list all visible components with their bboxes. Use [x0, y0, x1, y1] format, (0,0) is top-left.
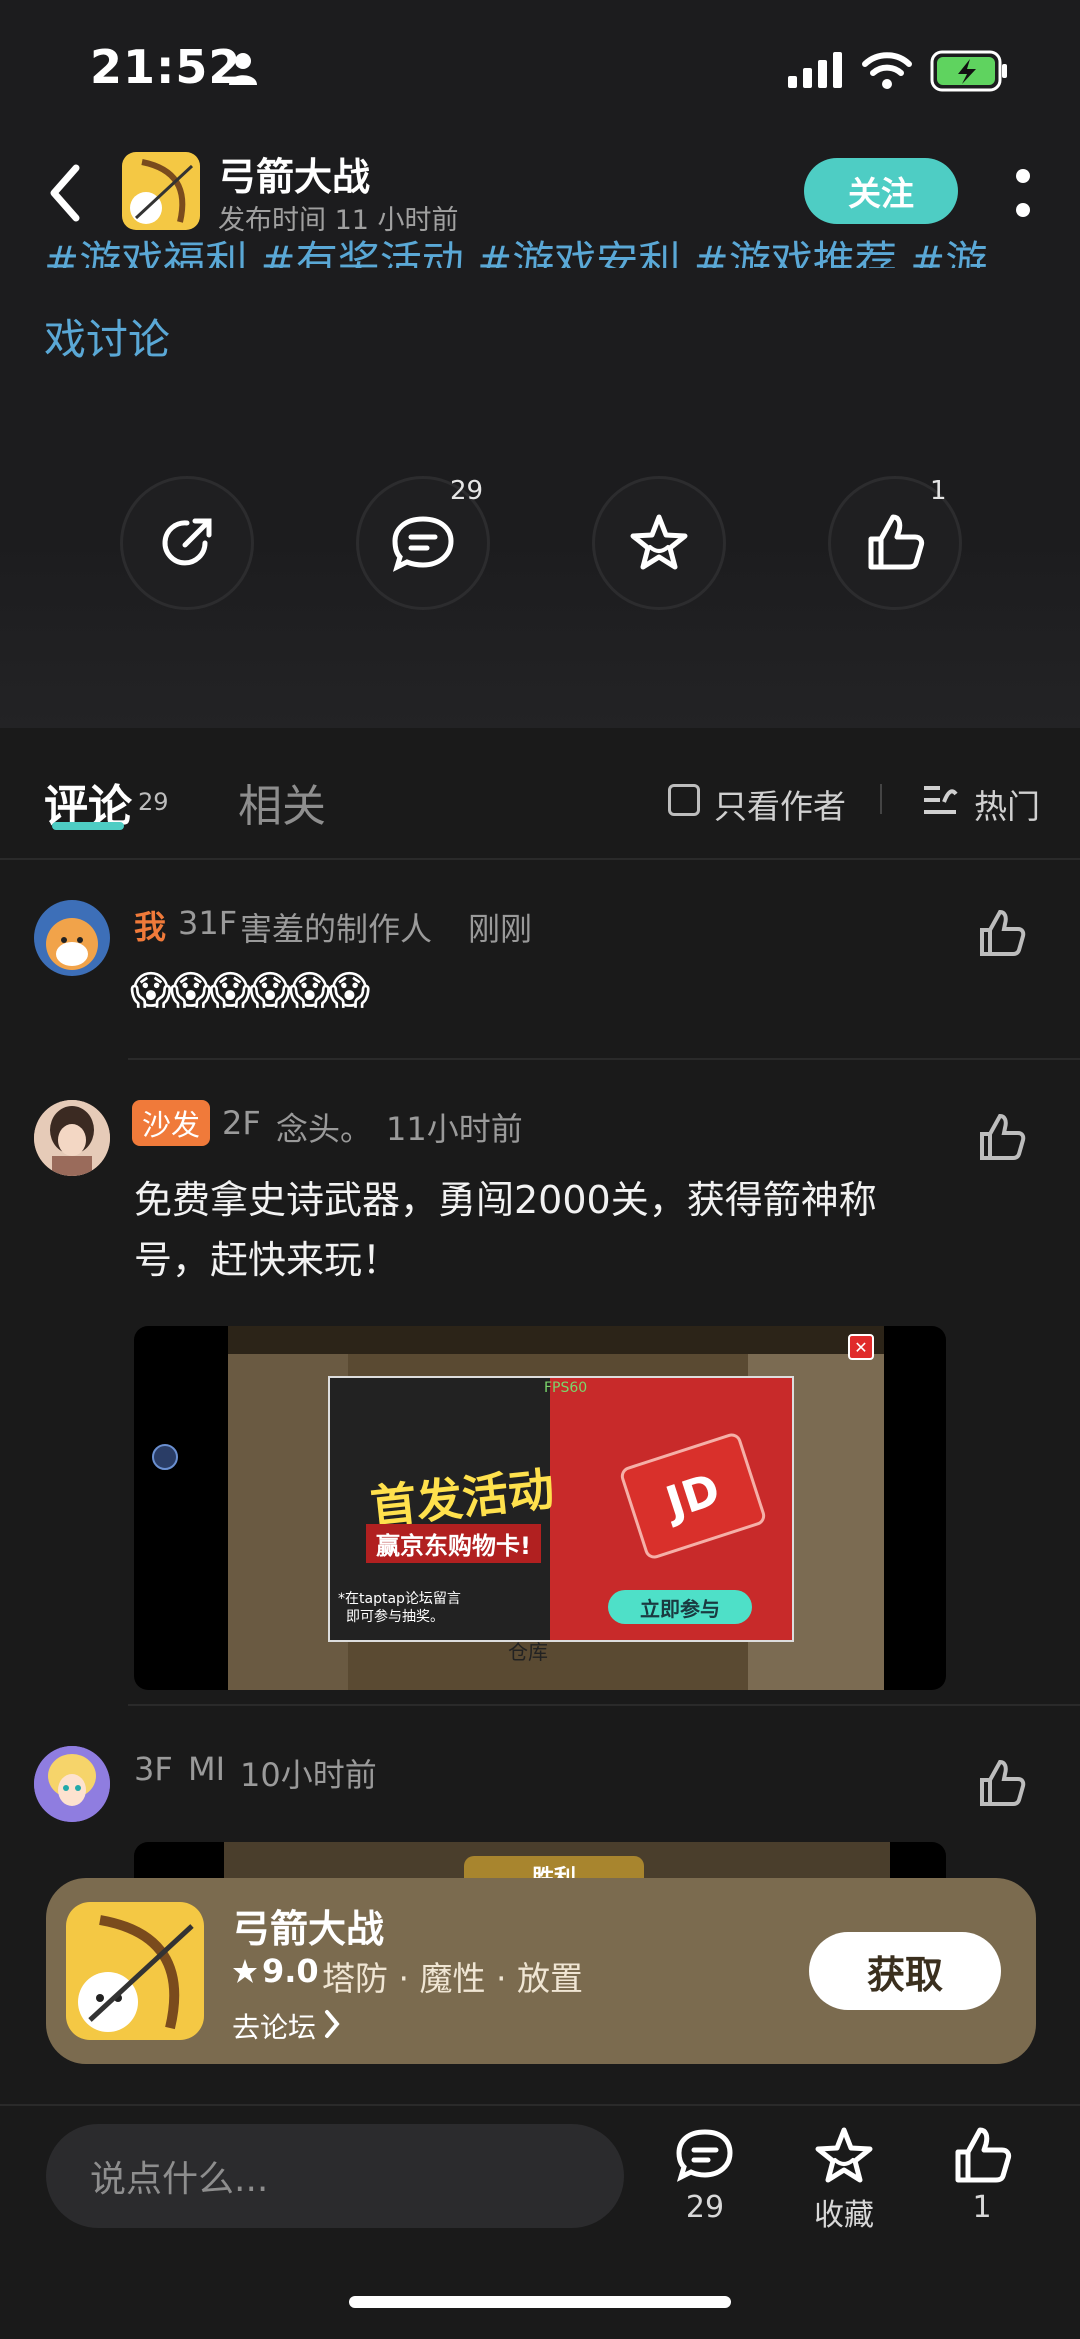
share-button[interactable] — [120, 476, 254, 610]
promo-join-button[interactable]: 立即参与 — [608, 1590, 752, 1624]
comment-user[interactable]: 念头。 — [276, 1104, 372, 1150]
tags-line-2[interactable]: 戏讨论 — [44, 306, 170, 367]
bottom-like-count: 1 — [972, 2190, 992, 2225]
signal-icon — [788, 52, 842, 88]
avatar[interactable] — [34, 1100, 110, 1176]
chevron-right-icon[interactable] — [322, 2008, 342, 2040]
comment-item[interactable]: 我 31F 害羞的制作人 刚刚 😱😱😱😱😱😱 — [0, 858, 1080, 1088]
comment-emojis: 😱😱😱😱😱😱 — [130, 968, 370, 1014]
tab-active-indicator — [52, 822, 124, 830]
comment-icon — [392, 516, 454, 572]
author-only-label[interactable]: 只看作者 — [714, 780, 846, 828]
dot-indicator — [152, 1444, 178, 1470]
back-icon[interactable] — [42, 160, 86, 226]
fps-label: FPS60 — [544, 1380, 588, 1396]
thumbs-up-icon — [868, 514, 925, 570]
comment-time: 刚刚 — [468, 910, 533, 948]
share-icon — [162, 518, 212, 566]
sort-label[interactable]: 热门 — [974, 780, 1040, 828]
comment-input[interactable]: 说点什么... — [46, 2124, 624, 2228]
bottom-comment-count: 29 — [685, 2190, 725, 2225]
tab-related[interactable]: 相关 — [238, 770, 326, 834]
comment-count-badge: 29 — [450, 476, 484, 506]
star-icon — [630, 514, 688, 570]
comment-item[interactable]: 沙发 2F 念头。 11小时前 免费拿史诗武器，勇闯2000关，获得箭神称 号，… — [0, 1060, 1080, 1700]
tags-line-1[interactable]: #游戏福利 #有奖活动 #游戏安利 #游戏推荐 #游 — [44, 228, 987, 268]
banner-app-name: 弓箭大战 — [232, 1907, 385, 1951]
follow-button[interactable]: 关注 — [804, 158, 958, 224]
close-icon[interactable]: ✕ — [848, 1334, 874, 1360]
banner-genres: 塔防 · 魔性 · 放置 — [322, 1959, 583, 1998]
header-app-name: 弓箭大战 — [218, 155, 371, 199]
comment-floor: 2F — [222, 1104, 261, 1142]
like-icon[interactable] — [952, 2126, 1012, 2186]
get-button[interactable]: 获取 — [809, 1932, 1001, 2010]
promo-note-1: *在taptap论坛留言 — [338, 1591, 461, 1607]
more-icon[interactable] — [1010, 166, 1036, 222]
comment-text-line-2: 号，赶快来玩！ — [134, 1238, 401, 1282]
person-icon — [229, 53, 257, 85]
tabs-divider — [880, 784, 882, 814]
wifi-icon — [862, 52, 912, 89]
forum-link[interactable]: 去论坛 — [232, 2006, 316, 2046]
banner-rating: 9.0 — [262, 1952, 319, 1990]
post-body: #游戏福利 #有奖活动 #游戏安利 #游戏推荐 #游 戏讨论 29 1 — [0, 237, 1080, 728]
promo-note-2: 即可参与抽奖。 — [346, 1609, 444, 1625]
author-only-checkbox[interactable] — [668, 784, 700, 816]
home-indicator[interactable] — [349, 2296, 731, 2308]
favorite-label[interactable]: 收藏 — [804, 2190, 884, 2234]
comment-floor: 3F — [134, 1750, 173, 1788]
comment-text-line-1: 免费拿史诗武器，勇闯2000关，获得箭神称 — [134, 1178, 877, 1222]
app-logo[interactable] — [122, 152, 200, 230]
rating-star-icon — [233, 1959, 257, 1983]
status-bar: 21:52 — [0, 0, 1080, 140]
like-icon[interactable] — [976, 1112, 1028, 1164]
like-icon[interactable] — [976, 1758, 1028, 1810]
game-banner[interactable]: 弓箭大战 9.0 塔防 · 魔性 · 放置 去论坛 获取 — [46, 1878, 1036, 2064]
status-time: 21:52 — [90, 40, 242, 94]
sort-icon[interactable] — [920, 780, 960, 820]
favorite-action-button[interactable] — [592, 476, 726, 610]
comment-icon[interactable] — [676, 2128, 734, 2184]
comments-section: 评论 29 相关 只看作者 热门 我 31F 害羞的制作人 刚刚 😱😱😱😱😱😱 … — [0, 728, 1080, 2337]
avatar[interactable] — [34, 1746, 110, 1822]
comment-time: 11小时前 — [386, 1110, 523, 1148]
me-tag: 我 — [134, 908, 167, 946]
comment-image[interactable]: 仓库 ✕ JD FPS60 首发活动 赢京东购物卡! *在taptap论坛留言 … — [134, 1326, 946, 1690]
like-count-badge: 1 — [930, 476, 947, 506]
comment-time: 10小时前 — [240, 1756, 377, 1794]
comment-floor: 31F — [178, 904, 238, 942]
sofa-badge: 沙发 — [132, 1100, 210, 1146]
battery-icon — [930, 50, 1007, 92]
tab-comments-count: 29 — [138, 788, 169, 816]
comment-user[interactable]: 害羞的制作人 — [240, 904, 432, 950]
comment-user[interactable]: MI — [188, 1750, 225, 1788]
promo-popup: JD FPS60 首发活动 赢京东购物卡! *在taptap论坛留言 即可参与抽… — [328, 1376, 794, 1642]
banner-app-icon[interactable] — [66, 1902, 204, 2040]
like-icon[interactable] — [976, 908, 1028, 960]
favorite-icon[interactable] — [814, 2126, 874, 2186]
promo-subtitle: 赢京东购物卡! — [366, 1524, 541, 1563]
avatar[interactable] — [34, 900, 110, 976]
game-top-bar — [228, 1326, 884, 1354]
